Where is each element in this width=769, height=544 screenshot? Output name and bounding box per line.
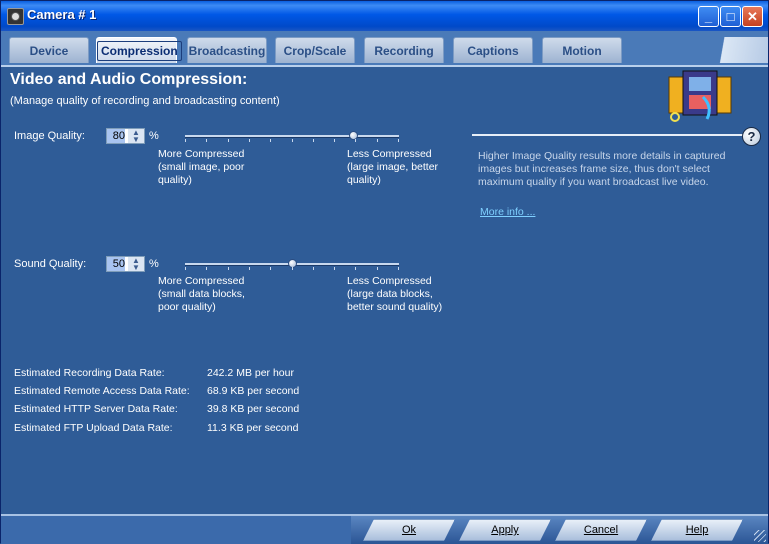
page-subheading: (Manage quality of recording and broadca… — [10, 95, 280, 107]
slider-tick — [398, 267, 399, 270]
slider-tick — [313, 139, 314, 142]
slider-tick — [355, 267, 356, 270]
sound-quality-unit: % — [149, 258, 159, 270]
slider-tick — [270, 267, 271, 270]
tab-recording[interactable]: Recording — [364, 37, 444, 63]
slider-tick — [292, 139, 293, 142]
sound-quality-max-text: Less Compressed (large data blocks, bett… — [347, 275, 443, 313]
cancel-button[interactable]: Cancel — [555, 519, 647, 541]
tab-strip-decoration — [698, 37, 768, 63]
info-text: Higher Image Quality results more detail… — [478, 150, 726, 188]
slider-tick — [334, 267, 335, 270]
sound-quality-spinner[interactable]: 50 ▲ ▼ — [106, 256, 145, 272]
image-quality-min-text: More Compressed (small image, poor quali… — [158, 148, 245, 186]
slider-tick — [313, 267, 314, 270]
tab-strip: Device Compression Broadcasting Crop/Sca… — [1, 31, 768, 67]
button-bar-left-panel — [1, 516, 351, 544]
tab-broadcasting[interactable]: Broadcasting — [187, 37, 267, 63]
camera-icon — [7, 8, 24, 25]
recording-rate-value: 242.2 MB per hour — [207, 367, 294, 379]
more-info-link[interactable]: More info ... — [480, 206, 535, 218]
slider-thumb[interactable] — [349, 131, 358, 140]
resize-grip-icon[interactable] — [754, 530, 766, 542]
camera-window: Camera # 1 _ □ ✕ Device Compression Broa… — [0, 0, 769, 544]
tab-compression[interactable]: Compression — [96, 37, 182, 63]
minimize-button[interactable]: _ — [698, 6, 719, 27]
tab-device[interactable]: Device — [9, 37, 89, 63]
image-quality-unit: % — [149, 130, 159, 142]
button-bar: Ok Apply Cancel Help — [1, 514, 768, 544]
tab-crop-scale[interactable]: Crop/Scale — [275, 37, 355, 63]
recording-rate-label: Estimated Recording Data Rate: — [14, 367, 165, 379]
ftp-upload-rate-label: Estimated FTP Upload Data Rate: — [14, 422, 173, 434]
slider-tick — [206, 139, 207, 142]
title-bar[interactable]: Camera # 1 _ □ ✕ — [1, 1, 768, 31]
help-button[interactable]: Help — [651, 519, 743, 541]
slider-tick — [377, 267, 378, 270]
slider-tick — [292, 267, 293, 270]
slider-tick — [185, 139, 186, 142]
slider-tick — [355, 139, 356, 142]
slider-tick — [228, 139, 229, 142]
image-quality-max-text: Less Compressed (large image, better qua… — [347, 148, 439, 186]
slider-tick — [334, 139, 335, 142]
ok-button[interactable]: Ok — [363, 519, 455, 541]
image-quality-value[interactable]: 80 — [107, 129, 125, 143]
slider-tick — [228, 267, 229, 270]
image-quality-slider[interactable] — [185, 128, 399, 148]
page-heading: Video and Audio Compression: — [10, 71, 248, 88]
ftp-upload-rate-value: 11.3 KB per second — [207, 422, 299, 434]
slider-tick — [249, 267, 250, 270]
window-title: Camera # 1 — [27, 7, 97, 22]
film-audio-icon — [668, 70, 732, 122]
tab-captions[interactable]: Captions — [453, 37, 533, 63]
apply-button[interactable]: Apply — [459, 519, 551, 541]
slider-tick — [249, 139, 250, 142]
sound-quality-value[interactable]: 50 — [107, 257, 125, 271]
http-server-rate-value: 39.8 KB per second — [207, 403, 300, 415]
http-server-rate-label: Estimated HTTP Server Data Rate: — [14, 403, 178, 415]
slider-track — [185, 135, 399, 138]
close-button[interactable]: ✕ — [742, 6, 763, 27]
slider-tick — [377, 139, 378, 142]
spinner-arrows-icon[interactable]: ▲ ▼ — [128, 257, 144, 272]
slider-tick — [206, 267, 207, 270]
slider-tick — [185, 267, 186, 270]
remote-access-rate-label: Estimated Remote Access Data Rate: — [14, 385, 190, 397]
slider-tick — [270, 139, 271, 142]
slider-tick — [398, 139, 399, 142]
remote-access-rate-value: 68.9 KB per second — [207, 385, 300, 397]
image-quality-spinner[interactable]: 80 ▲ ▼ — [106, 128, 145, 144]
image-quality-label: Image Quality: — [14, 130, 85, 142]
help-icon[interactable]: ? — [742, 127, 761, 146]
tab-motion[interactable]: Motion — [542, 37, 622, 63]
sound-quality-min-text: More Compressed (small data blocks, poor… — [158, 275, 245, 313]
spinner-arrows-icon[interactable]: ▲ ▼ — [128, 129, 144, 144]
sound-quality-slider[interactable] — [185, 256, 399, 276]
sound-quality-label: Sound Quality: — [14, 258, 87, 270]
maximize-button[interactable]: □ — [720, 6, 741, 27]
info-divider — [472, 134, 744, 136]
